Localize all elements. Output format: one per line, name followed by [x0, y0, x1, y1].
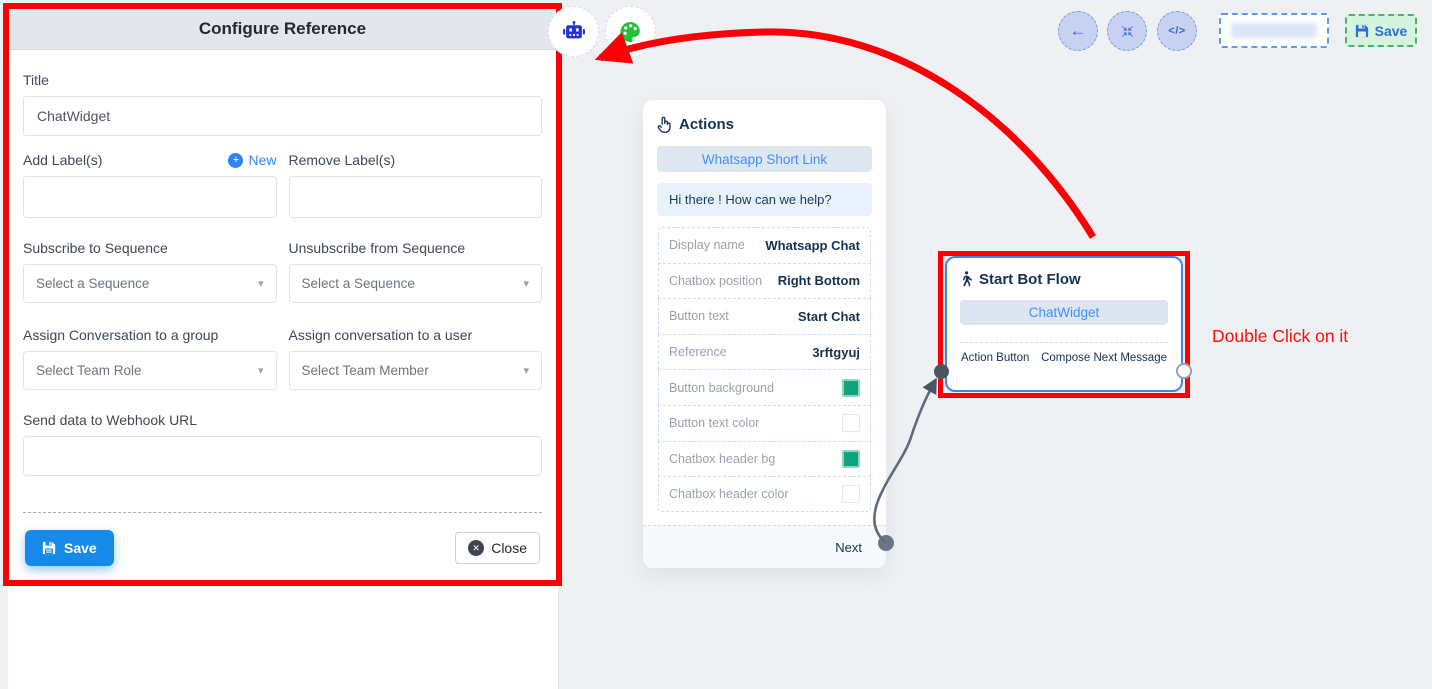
node-title: Start Bot Flow	[979, 271, 1081, 288]
flow-name-input[interactable]	[1219, 13, 1329, 48]
unsubscribe-select-value: Select a Sequence	[302, 276, 415, 291]
modal-header: Configure Reference	[9, 9, 556, 50]
annotation-text: Double Click on it	[1212, 326, 1348, 347]
action-button-input-port[interactable]	[934, 364, 949, 379]
config-row-chatbox-header-color: Chatbox header color	[658, 476, 871, 512]
subscribe-select-value: Select a Sequence	[36, 276, 149, 291]
row-label: Reference	[669, 345, 727, 359]
plus-circle-icon: +	[228, 153, 243, 168]
whatsapp-short-link-button[interactable]: Whatsapp Short Link	[657, 146, 872, 172]
assign-user-select-value: Select Team Member	[302, 363, 429, 378]
walking-person-icon	[960, 271, 972, 288]
color-swatch[interactable]	[842, 450, 860, 468]
row-label: Button text	[669, 309, 729, 323]
start-bot-flow-node[interactable]: Start Bot Flow ChatWidget Action Button …	[945, 256, 1183, 392]
assign-group-select-value: Select Team Role	[36, 363, 142, 378]
chevron-down-icon: ▾	[258, 277, 264, 290]
flow-save-button[interactable]: Save	[1345, 14, 1417, 47]
color-swatch[interactable]	[842, 414, 860, 432]
config-rows: Display name Whatsapp Chat Chatbox posit…	[657, 226, 872, 513]
subscribe-select[interactable]: Select a Sequence ▾	[23, 264, 277, 303]
back-arrow-icon: ←	[1070, 21, 1087, 41]
back-button[interactable]: ←	[1058, 11, 1098, 51]
assign-group-select[interactable]: Select Team Role ▾	[23, 351, 277, 390]
floppy-disk-icon	[42, 541, 56, 555]
color-swatch[interactable]	[842, 379, 860, 397]
unsubscribe-select[interactable]: Select a Sequence ▾	[289, 264, 543, 303]
action-button-port-label: Action Button	[961, 352, 1029, 364]
assign-group-label: Assign Conversation to a group	[23, 327, 277, 343]
compose-next-message-port-label: Compose Next Message	[1041, 352, 1167, 364]
compose-next-message-output-port[interactable]	[1176, 363, 1192, 379]
row-label: Display name	[669, 238, 745, 252]
row-label: Chatbox header bg	[669, 452, 775, 466]
compress-icon	[1120, 24, 1135, 39]
remove-labels-input[interactable]	[289, 176, 543, 218]
unsubscribe-label: Unsubscribe from Sequence	[289, 240, 543, 256]
chevron-down-icon: ▾	[523, 364, 529, 377]
title-input-value: ChatWidget	[37, 108, 110, 124]
add-labels-input[interactable]	[23, 176, 277, 218]
theme-palette-button[interactable]	[605, 6, 656, 57]
config-row-reference: Reference 3rftgyuj	[658, 334, 871, 370]
title-input[interactable]: ChatWidget	[23, 96, 542, 136]
remove-labels-label: Remove Label(s)	[289, 152, 396, 168]
webhook-input[interactable]	[23, 436, 542, 476]
row-value: Whatsapp Chat	[765, 238, 860, 253]
row-label: Button background	[669, 381, 774, 395]
flow-save-label: Save	[1375, 23, 1408, 39]
floppy-disk-icon	[1355, 24, 1369, 38]
new-label-link[interactable]: + New	[228, 152, 276, 168]
next-output-port[interactable]	[878, 535, 894, 551]
code-icon: </>	[1168, 25, 1185, 37]
row-label: Chatbox position	[669, 274, 762, 288]
row-value: Start Chat	[798, 309, 860, 324]
row-label: Button text color	[669, 416, 759, 430]
new-link-text: New	[248, 152, 276, 168]
row-value: Right Bottom	[778, 273, 860, 288]
whatsapp-short-link-label: Whatsapp Short Link	[702, 152, 827, 167]
config-row-button-text: Button text Start Chat	[658, 298, 871, 334]
robot-icon	[562, 21, 586, 42]
hand-pointer-icon	[657, 116, 672, 133]
actions-node-card: Actions Whatsapp Short Link Hi there ! H…	[643, 100, 886, 568]
node-chatwidget-label: ChatWidget	[1029, 305, 1100, 320]
chevron-down-icon: ▾	[258, 364, 264, 377]
greeting-message-bubble: Hi there ! How can we help?	[657, 183, 872, 216]
actions-card-title: Actions	[679, 116, 734, 133]
next-port-label: Next	[835, 540, 862, 555]
fit-view-button[interactable]	[1107, 11, 1147, 51]
chevron-down-icon: ▾	[523, 277, 529, 290]
config-row-chatbox-position: Chatbox position Right Bottom	[658, 263, 871, 299]
config-row-button-text-color: Button text color	[658, 405, 871, 441]
config-row-display-name: Display name Whatsapp Chat	[658, 227, 871, 263]
assign-user-label: Assign conversation to a user	[289, 327, 543, 343]
add-labels-label: Add Label(s)	[23, 152, 102, 168]
title-label: Title	[23, 72, 542, 88]
modal-close-label: Close	[491, 540, 527, 556]
row-label: Chatbox header color	[669, 487, 789, 501]
webhook-label: Send data to Webhook URL	[23, 412, 542, 428]
blurred-flow-name	[1231, 23, 1317, 38]
config-row-button-background: Button background	[658, 369, 871, 405]
side-panel-extension	[8, 570, 559, 689]
actions-card-footer: Next	[643, 525, 886, 568]
modal-save-button[interactable]: Save	[25, 530, 114, 566]
assign-user-select[interactable]: Select Team Member ▾	[289, 351, 543, 390]
close-icon: ✕	[468, 540, 484, 556]
color-swatch[interactable]	[842, 485, 860, 503]
subscribe-label: Subscribe to Sequence	[23, 240, 277, 256]
modal-close-button[interactable]: ✕ Close	[455, 532, 540, 564]
modal-title: Configure Reference	[199, 19, 366, 39]
node-chatwidget-button[interactable]: ChatWidget	[960, 300, 1168, 325]
modal-body: Title ChatWidget Add Label(s) + New	[9, 50, 556, 566]
palette-icon	[619, 21, 642, 43]
config-row-chatbox-header-bg: Chatbox header bg	[658, 441, 871, 477]
modal-save-label: Save	[64, 540, 97, 556]
configure-reference-modal: Configure Reference Title ChatWidget Add…	[3, 3, 562, 586]
flow-builder-canvas: Configure Reference Title ChatWidget Add…	[0, 0, 1432, 689]
row-value: 3rftgyuj	[812, 345, 860, 360]
bot-settings-button[interactable]	[548, 6, 599, 57]
code-view-button[interactable]: </>	[1157, 11, 1197, 51]
